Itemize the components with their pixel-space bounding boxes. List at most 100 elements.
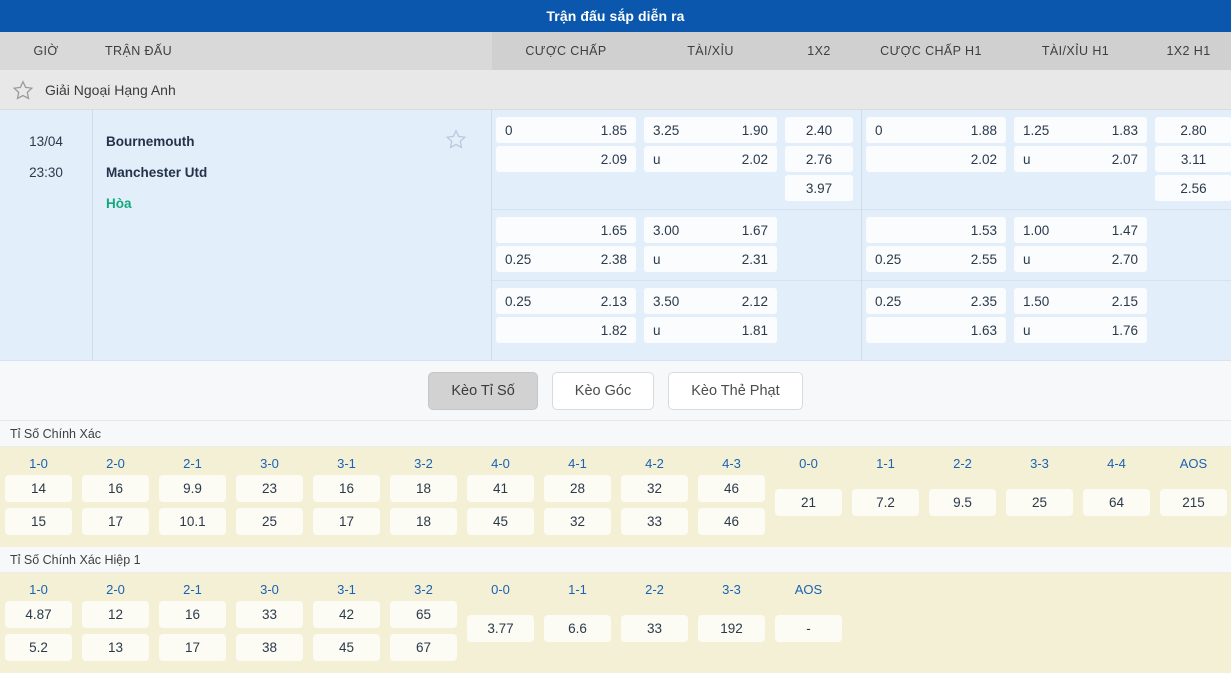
over-under-odds-cell[interactable]: 3.502.12: [644, 288, 777, 314]
score-odds-away[interactable]: 5.2: [5, 634, 72, 661]
away-team-name: Manchester Utd: [106, 157, 491, 188]
score-odds-away[interactable]: 17: [82, 508, 149, 535]
over-under-odds-cell[interactable]: u1.76: [1014, 317, 1147, 343]
over-under-odds-cell[interactable]: 1.001.47: [1014, 217, 1147, 243]
one-x-two-odds-cell[interactable]: 3.11: [1155, 146, 1231, 172]
handicap-odds-cell[interactable]: 0.252.38: [496, 246, 636, 272]
match-favorite-star-icon[interactable]: [445, 128, 467, 150]
over-under-column1: 1.001.47 u2.70: [1010, 214, 1151, 275]
over-under-odds-cell[interactable]: 3.001.67: [644, 217, 777, 243]
score-odds-away[interactable]: 45: [313, 634, 380, 661]
star-outline-icon[interactable]: [12, 79, 34, 101]
score-odds-home[interactable]: 9.9: [159, 475, 226, 502]
score-odds-away[interactable]: 25: [236, 508, 303, 535]
over-under-odds-cell[interactable]: u 2.31: [644, 246, 777, 272]
score-odds-home[interactable]: 23: [236, 475, 303, 502]
tab-1[interactable]: Kèo Góc: [552, 372, 654, 410]
score-odds-home[interactable]: 32: [621, 475, 688, 502]
correct-score-grid: 1-014152-016172-19.910.13-023253-116173-…: [0, 447, 1231, 547]
over-under-odds-cell[interactable]: u2.02: [644, 146, 777, 172]
tab-0[interactable]: Kèo Tỉ Số: [428, 372, 537, 410]
one-x-two-odds-cell[interactable]: 3.97: [785, 175, 853, 201]
over-under-odds-cell[interactable]: u1.81: [644, 317, 777, 343]
handicap-odds-cell[interactable]: 01.88: [866, 117, 1006, 143]
odds-area: 01.852.093.251.90u2.022.402.763.971.650.…: [492, 110, 1231, 360]
handicap-odds-cell[interactable]: 0.252.35: [866, 288, 1006, 314]
score-odds-draw[interactable]: 6.6: [544, 615, 611, 642]
odds-group: 01.85 2.09 3.25 1.90 u2.02 2.40 2.76 3.97: [492, 110, 861, 209]
score-odds-draw[interactable]: 64: [1083, 489, 1150, 516]
score-odds-draw[interactable]: 215: [1160, 489, 1227, 516]
score-odds-home[interactable]: 16: [159, 601, 226, 628]
one-x-two-odds-cell[interactable]: 2.76: [785, 146, 853, 172]
handicap-column: 01.85 2.09: [492, 114, 640, 204]
column-header-1x2-h1: 1X2 H1: [1146, 32, 1231, 70]
over-under-odds-cell[interactable]: 3.25 1.90: [644, 117, 777, 143]
score-odds-away[interactable]: 10.1: [159, 508, 226, 535]
score-odds-home[interactable]: 33: [236, 601, 303, 628]
over-under-odds-cell[interactable]: u2.07: [1014, 146, 1147, 172]
score-odds-draw[interactable]: 192: [698, 615, 765, 642]
score-odds-home[interactable]: 46: [698, 475, 765, 502]
one-x-two-odds-cell[interactable]: 2.40: [785, 117, 853, 143]
score-odds-home[interactable]: 16: [82, 475, 149, 502]
handicap-odds-cell[interactable]: 1.65: [496, 217, 636, 243]
score-odds-home[interactable]: 28: [544, 475, 611, 502]
score-odds-away[interactable]: 45: [467, 508, 534, 535]
over-under-column: 3.502.12 u1.81: [640, 285, 781, 346]
score-column-draw: 2-233: [616, 577, 693, 648]
score-odds-home[interactable]: 65: [390, 601, 457, 628]
tab-2[interactable]: Kèo Thẻ Phạt: [668, 372, 802, 410]
over-under-odds-cell-line: 3.25: [653, 123, 679, 138]
over-under-odds-cell[interactable]: 1.502.15: [1014, 288, 1147, 314]
odds-group: 01.88 2.02 1.251.83 u2.07 2.80 3.11 2.56: [862, 110, 1231, 209]
score-odds-draw[interactable]: 25: [1006, 489, 1073, 516]
handicap-odds-cell[interactable]: 0.252.55: [866, 246, 1006, 272]
score-odds-home[interactable]: 12: [82, 601, 149, 628]
score-odds-home[interactable]: 41: [467, 475, 534, 502]
score-odds-draw[interactable]: 33: [621, 615, 688, 642]
score-column: 2-01617: [77, 451, 154, 541]
score-odds-away[interactable]: 18: [390, 508, 457, 535]
handicap-odds-cell-odd: 2.38: [601, 252, 627, 267]
over-under-odds-cell-line: 3.50: [653, 294, 679, 309]
handicap-odds-cell[interactable]: 2.09: [496, 146, 636, 172]
handicap-odds-cell[interactable]: 0.252.13: [496, 288, 636, 314]
score-odds-away[interactable]: 32: [544, 508, 611, 535]
score-odds-draw[interactable]: 7.2: [852, 489, 919, 516]
score-odds-home[interactable]: 42: [313, 601, 380, 628]
one-x-two-odds-cell[interactable]: 2.80: [1155, 117, 1231, 143]
odds-group: 0.252.13 1.82 3.502.12 u1.81: [492, 280, 861, 351]
score-odds-home[interactable]: 4.87: [5, 601, 72, 628]
handicap-odds-cell[interactable]: 2.02: [866, 146, 1006, 172]
over-under-odds-cell-line: u: [653, 252, 661, 267]
handicap-odds-cell[interactable]: 1.82: [496, 317, 636, 343]
over-under-odds-cell-odd: 1.90: [742, 123, 768, 138]
score-odds-away[interactable]: 15: [5, 508, 72, 535]
score-odds-away[interactable]: 38: [236, 634, 303, 661]
over-under-odds-cell-odd: 2.31: [742, 252, 768, 267]
score-odds-draw[interactable]: 3.77: [467, 615, 534, 642]
over-under-odds-cell-line: u: [653, 323, 661, 338]
one-x-two-odds-cell[interactable]: 2.56: [1155, 175, 1231, 201]
handicap-odds-cell[interactable]: 1.53: [866, 217, 1006, 243]
score-odds-away[interactable]: 17: [313, 508, 380, 535]
score-odds-draw[interactable]: 21: [775, 489, 842, 516]
over-under-odds-cell[interactable]: u2.70: [1014, 246, 1147, 272]
score-odds-away[interactable]: 46: [698, 508, 765, 535]
odds-full-time: 01.85 2.09 3.25 1.90 u2.02 2.40 2.76 3.97 1.65 0.…: [492, 110, 862, 360]
score-label: 2-0: [106, 577, 125, 601]
score-odds-home[interactable]: 16: [313, 475, 380, 502]
score-odds-home[interactable]: 14: [5, 475, 72, 502]
handicap-odds-cell[interactable]: 01.85: [496, 117, 636, 143]
score-odds-home[interactable]: 18: [390, 475, 457, 502]
score-odds-away[interactable]: 33: [621, 508, 688, 535]
over-under-odds-cell-line: 3.00: [653, 223, 679, 238]
score-odds-away[interactable]: 67: [390, 634, 457, 661]
score-odds-away[interactable]: 17: [159, 634, 226, 661]
handicap-odds-cell[interactable]: 1.63: [866, 317, 1006, 343]
score-odds-draw[interactable]: -: [775, 615, 842, 642]
score-odds-draw[interactable]: 9.5: [929, 489, 996, 516]
score-odds-away[interactable]: 13: [82, 634, 149, 661]
over-under-odds-cell[interactable]: 1.251.83: [1014, 117, 1147, 143]
